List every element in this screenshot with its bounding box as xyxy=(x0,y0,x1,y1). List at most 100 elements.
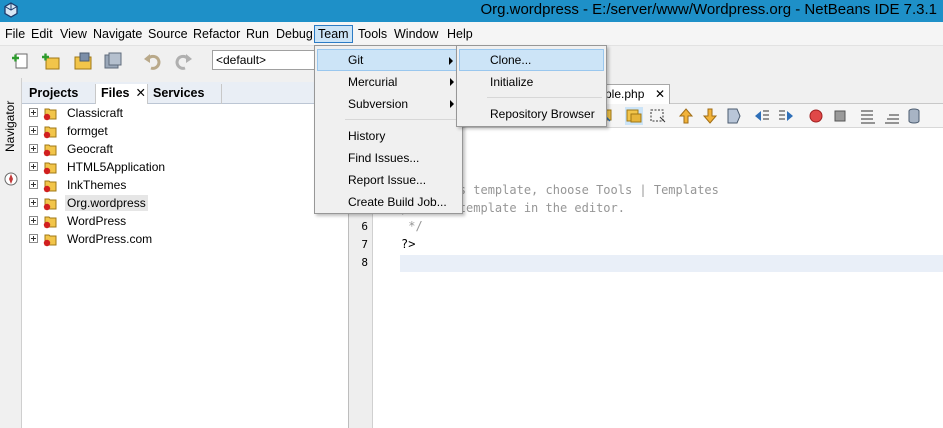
menu-debug[interactable]: Debug xyxy=(273,25,316,43)
menu-separator xyxy=(487,97,602,98)
line-number: 7 xyxy=(361,238,368,251)
tab-files[interactable]: Files ✕ xyxy=(96,84,148,104)
team-menu-item[interactable]: Find Issues... xyxy=(317,147,460,169)
menu-window[interactable]: Window xyxy=(391,25,441,43)
new-project-icon[interactable] xyxy=(40,50,62,72)
undo-icon[interactable] xyxy=(142,50,164,72)
tab-projects-label: Projects xyxy=(29,86,79,100)
menu-item-label: Find Issues... xyxy=(348,151,420,165)
compass-icon[interactable] xyxy=(4,172,18,186)
database-icon[interactable] xyxy=(905,107,923,125)
php-project-icon xyxy=(43,180,57,193)
team-menu-item[interactable]: Create Build Job... xyxy=(317,191,460,213)
git-submenu: Clone... Initialize Repository Browser xyxy=(456,45,607,127)
tree-row[interactable]: InkThemes xyxy=(22,176,342,194)
php-project-icon xyxy=(43,108,57,121)
start-macro-icon[interactable] xyxy=(807,107,825,125)
netbeans-app-icon[interactable] xyxy=(4,2,18,18)
menu-item-label: Mercurial xyxy=(348,75,398,89)
tree-item-label: Geocraft xyxy=(67,142,114,156)
menu-tools[interactable]: Tools xyxy=(355,25,390,43)
current-line-highlight xyxy=(400,255,943,272)
new-file-icon[interactable] xyxy=(10,50,32,72)
expand-icon[interactable] xyxy=(29,126,38,135)
window-title: Org.wordpress - E:/server/www/Wordpress.… xyxy=(480,1,937,18)
tree-row[interactable]: Classicraft xyxy=(22,104,342,122)
team-menu-item[interactable]: Subversion xyxy=(317,93,460,115)
menu-refactor[interactable]: Refactor xyxy=(190,25,243,43)
menu-item-label: Initialize xyxy=(490,75,534,89)
git-menu-item[interactable]: Clone... xyxy=(459,49,604,71)
team-menu-item[interactable]: Report Issue... xyxy=(317,169,460,191)
menu-file[interactable]: File xyxy=(2,25,28,43)
tab-services[interactable]: Services xyxy=(148,84,222,104)
close-icon[interactable]: ✕ xyxy=(655,85,665,103)
tab-services-label: Services xyxy=(153,86,205,100)
tree-row[interactable]: WordPress xyxy=(22,212,342,230)
tree-item-label: WordPress xyxy=(67,214,127,228)
editor-tab[interactable]: ple.php ✕ xyxy=(599,84,670,104)
git-menu-item[interactable]: Repository Browser xyxy=(459,103,604,125)
tree-row[interactable]: WordPress.com xyxy=(22,230,342,248)
toggle-bookmark-icon[interactable] xyxy=(725,107,743,125)
menu-navigate[interactable]: Navigate xyxy=(90,25,145,43)
expand-icon[interactable] xyxy=(29,234,38,243)
menu-run[interactable]: Run xyxy=(243,25,272,43)
menu-view[interactable]: View xyxy=(57,25,90,43)
menu-separator xyxy=(345,119,458,120)
uncomment-icon[interactable] xyxy=(883,107,901,125)
configuration-select[interactable]: <default> xyxy=(212,50,318,70)
team-menu-item[interactable]: Mercurial xyxy=(317,71,460,93)
previous-bookmark-icon[interactable] xyxy=(677,107,695,125)
navigator-tab[interactable]: Navigator xyxy=(3,101,17,152)
toggle-rect-select-icon[interactable] xyxy=(625,107,643,125)
select-box-icon[interactable] xyxy=(649,107,667,125)
tree-item-label: WordPress.com xyxy=(67,232,153,246)
expand-icon[interactable] xyxy=(29,162,38,171)
tree-item-label: HTML5Application xyxy=(67,160,166,174)
menu-source[interactable]: Source xyxy=(145,25,191,43)
team-menu-item[interactable]: Git xyxy=(317,49,460,71)
team-menu-item[interactable]: History xyxy=(317,125,460,147)
open-project-icon[interactable] xyxy=(72,50,94,72)
git-menu-item[interactable]: Initialize xyxy=(459,71,604,93)
php-project-icon xyxy=(43,198,57,211)
expand-icon[interactable] xyxy=(29,108,38,117)
menu-item-label: Clone... xyxy=(490,53,532,67)
expand-icon[interactable] xyxy=(29,180,38,189)
save-all-icon[interactable] xyxy=(102,50,124,72)
line-number: 8 xyxy=(361,256,368,269)
tree-row[interactable]: HTML5Application xyxy=(22,158,342,176)
tab-projects[interactable]: Projects xyxy=(24,84,96,104)
php-project-icon xyxy=(43,234,57,247)
menu-bar: File Edit View Navigate Source Refactor … xyxy=(0,22,943,46)
tree-row[interactable]: Geocraft xyxy=(22,140,342,158)
redo-icon[interactable] xyxy=(172,50,194,72)
tree-item-label: Org.wordpress xyxy=(65,195,148,211)
projects-tabs: Projects Files ✕ Services xyxy=(22,82,349,104)
tree-row[interactable]: Org.wordpress xyxy=(22,194,342,212)
menu-edit[interactable]: Edit xyxy=(28,25,56,43)
expand-icon[interactable] xyxy=(29,198,38,207)
expand-icon[interactable] xyxy=(29,216,38,225)
menu-help[interactable]: Help xyxy=(444,25,476,43)
menu-item-label: Subversion xyxy=(348,97,409,111)
next-bookmark-icon[interactable] xyxy=(701,107,719,125)
team-menu: Git Mercurial Subversion History Find Issues… xyxy=(314,45,463,214)
submenu-arrow-icon xyxy=(449,57,453,65)
menu-item-label: Create Build Job... xyxy=(348,195,447,209)
comment-icon[interactable] xyxy=(859,107,877,125)
shift-left-icon[interactable] xyxy=(753,107,771,125)
editor-tab-label: ple.php xyxy=(605,87,645,101)
expand-icon[interactable] xyxy=(29,144,38,153)
projects-panel: Projects Files ✕ Services Classicraft form… xyxy=(22,82,349,428)
tree-item-label: InkThemes xyxy=(67,178,127,192)
close-icon[interactable]: ✕ xyxy=(136,86,146,100)
menu-item-label: Git xyxy=(348,53,364,67)
shift-right-icon[interactable] xyxy=(777,107,795,125)
menu-team[interactable]: Team xyxy=(314,25,353,43)
code-line: ?> xyxy=(401,237,416,251)
stop-macro-icon[interactable] xyxy=(831,107,849,125)
tree-row[interactable]: formget xyxy=(22,122,342,140)
php-project-icon xyxy=(43,144,57,157)
